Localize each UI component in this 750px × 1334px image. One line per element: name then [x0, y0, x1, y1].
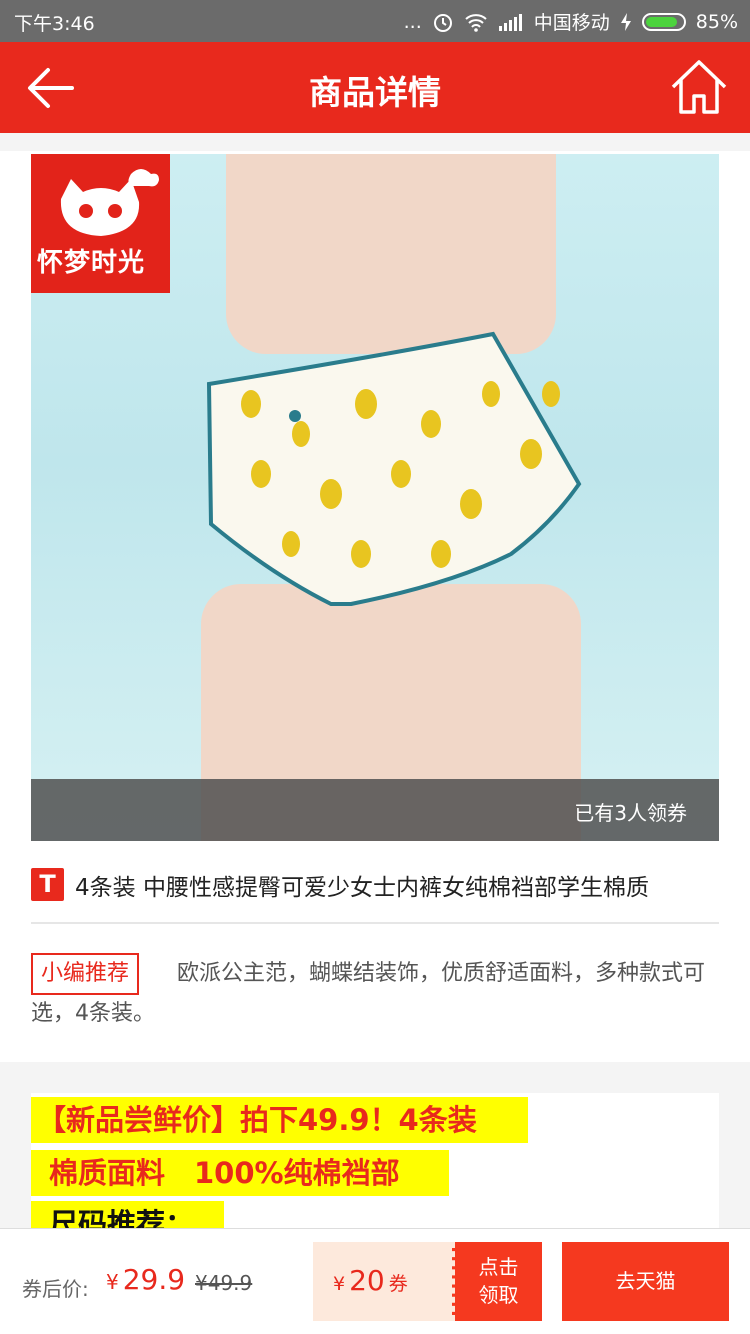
coupon-amount-box[interactable]: ¥20 券 [313, 1242, 452, 1321]
page-title: 商品详情 [309, 73, 441, 112]
brand-name: 怀梦时光 [37, 248, 146, 278]
claim-coupon-button[interactable]: 点击 领取 [452, 1242, 542, 1321]
coupon-currency: ¥ [333, 1273, 346, 1295]
go-tmall-button[interactable]: 去天猫 [562, 1242, 729, 1321]
app-header: 商品详情 [0, 42, 750, 133]
more-dots: ... [403, 10, 422, 33]
desc-line-1: 【新品尝鲜价】拍下49.9！4条装 [31, 1097, 528, 1143]
tmall-badge-icon: T [31, 868, 64, 901]
coupon-count-text: 已有3人领券 [574, 801, 687, 825]
original-price: ¥49.9 [195, 1271, 253, 1295]
coupon-amount-value: 20 [349, 1264, 385, 1297]
coupon-count-overlay: 已有3人领券 [31, 779, 719, 841]
status-time: 下午3:46 [14, 13, 95, 35]
charging-icon [620, 12, 631, 31]
carrier-name: 中国移动 [533, 12, 610, 34]
coupon-amount: ¥20 券 [333, 1264, 408, 1297]
after-coupon-label: 券后价: [22, 1277, 89, 1301]
signal-icon [498, 13, 522, 31]
product-image[interactable]: 怀梦时光 已有3人领券 [31, 154, 719, 841]
coupon-widget[interactable]: ¥20 券 点击 领取 [313, 1242, 542, 1321]
claim-line-1: 点击 [478, 1255, 519, 1279]
home-icon[interactable] [668, 56, 730, 118]
desc-line-2: 棉质面料 100%纯棉裆部 [31, 1150, 449, 1196]
recommend-tag: 小编推荐 [31, 953, 140, 995]
coupon-unit: 券 [388, 1273, 408, 1295]
price-value: 29.9 [122, 1263, 186, 1296]
alarm-icon [433, 13, 452, 32]
status-icons: ... 中国移动 85% [404, 8, 738, 35]
claim-line-2: 领取 [478, 1283, 519, 1307]
bottom-action-bar: 券后价: ¥29.9 ¥49.9 ¥20 券 点击 领取 去天猫 [0, 1228, 750, 1334]
brand-logo: 怀梦时光 [31, 154, 170, 293]
price-currency: ¥ [106, 1270, 119, 1294]
status-bar: 下午3:46 ... 中国移动 85% [0, 0, 750, 42]
coupon-price: ¥29.9 [106, 1263, 185, 1296]
battery-percent: 85% [695, 10, 738, 33]
divider [31, 922, 719, 924]
cat-logo-icon [60, 169, 159, 236]
product-title-row: T 4条装 中腰性感提臀可爱少女士内裤女纯棉裆部学生棉质 [31, 866, 719, 901]
editor-recommendation: 小编推荐 欧派公主范，蝴蝶结装饰，优质舒适面料，多种款式可选，4条装。 [31, 953, 719, 1033]
wifi-icon [465, 13, 487, 32]
product-title: 4条装 中腰性感提臀可爱少女士内裤女纯棉裆部学生棉质 [75, 875, 649, 901]
battery-level-fill [645, 16, 677, 27]
battery-icon [641, 12, 686, 31]
